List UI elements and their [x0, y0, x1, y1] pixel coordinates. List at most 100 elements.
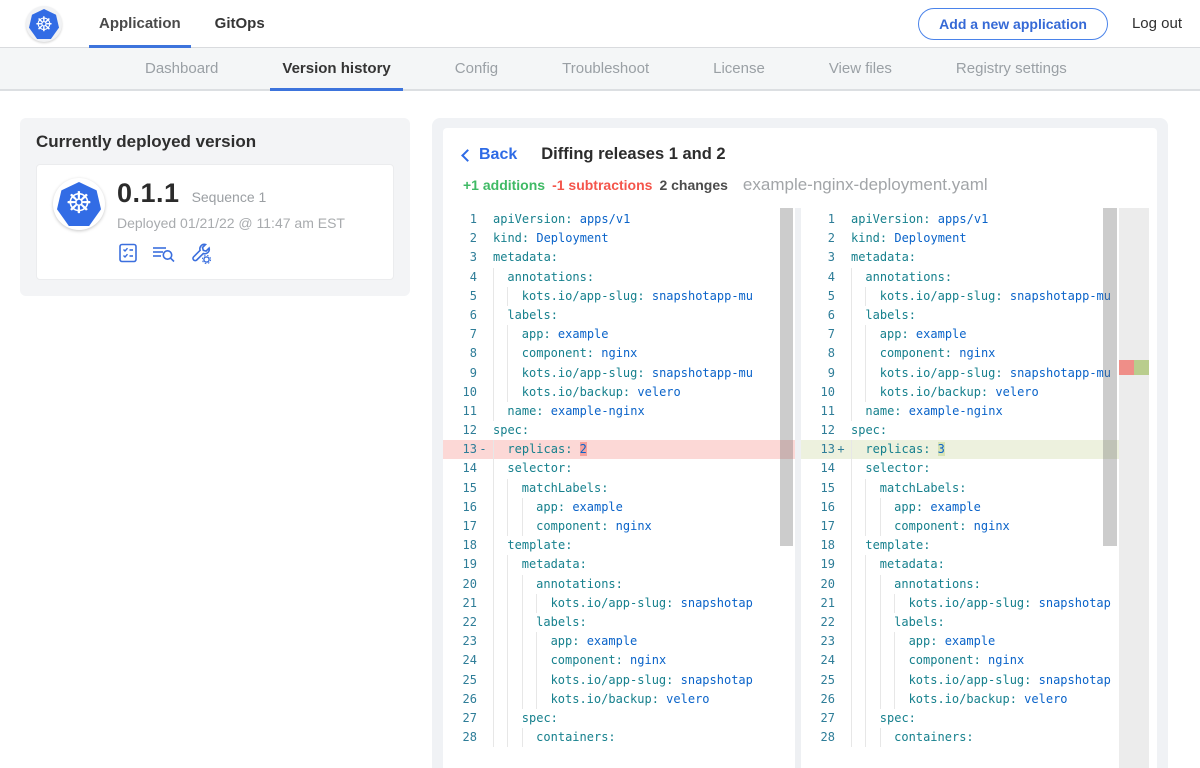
indent-guide [865, 690, 879, 709]
diff-sign [477, 229, 489, 248]
indent-guide [865, 287, 879, 306]
indent-guide [493, 306, 507, 325]
indent-guide [536, 594, 550, 613]
diff-line: 24component: nginx [443, 651, 795, 670]
line-number: 12 [801, 421, 835, 440]
line-number: 28 [801, 728, 835, 747]
diff-line: 5kots.io/app-slug: snapshotapp-mu [443, 287, 795, 306]
line-number: 6 [801, 306, 835, 325]
diff-line: 23app: example [801, 632, 1149, 651]
checklist-icon[interactable] [117, 242, 139, 264]
add-application-button[interactable]: Add a new application [918, 8, 1108, 40]
indent-guide [880, 594, 894, 613]
indent-guide [507, 575, 521, 594]
diff-sign [835, 287, 847, 306]
indent-guide [493, 575, 507, 594]
subnav-tab-registry-settings[interactable]: Registry settings [944, 48, 1079, 89]
diff-sign [835, 383, 847, 402]
subnav-tab-view-files[interactable]: View files [817, 48, 904, 89]
indent-guide [894, 671, 908, 690]
code-text: component: nginx [489, 344, 795, 363]
line-number: 23 [801, 632, 835, 651]
diff-line: 11name: example-nginx [801, 402, 1149, 421]
indent-guide [880, 728, 894, 747]
indent-guide [493, 459, 507, 478]
indent-guide [493, 651, 507, 670]
subnav-tab-dashboard[interactable]: Dashboard [133, 48, 230, 89]
additions-count: +1 additions [463, 177, 545, 193]
diff-sign [835, 651, 847, 670]
scrollbar-thumb[interactable] [780, 208, 793, 546]
deployed-card-title: Currently deployed version [36, 132, 394, 152]
indent-guide [522, 690, 536, 709]
line-number: 12 [443, 421, 477, 440]
code-text: annotations: [489, 575, 795, 594]
indent-guide [865, 517, 879, 536]
indent-guide [507, 383, 521, 402]
kubernetes-helm-icon: ☸ [29, 9, 59, 39]
code-text: annotations: [489, 268, 795, 287]
diff-filename: example-nginx-deployment.yaml [743, 175, 988, 195]
scrollbar-thumb[interactable] [1103, 208, 1117, 546]
line-number: 21 [801, 594, 835, 613]
version-number: 0.1.1 [117, 178, 180, 209]
code-text: containers: [489, 728, 795, 747]
diff-line: 7app: example [443, 325, 795, 344]
chevron-left-icon [461, 149, 474, 162]
line-number: 8 [443, 344, 477, 363]
diff-sign [477, 651, 489, 670]
line-number: 1 [801, 210, 835, 229]
back-link[interactable]: Back [463, 146, 517, 164]
diff-sign [477, 248, 489, 267]
code-text: replicas: 2 [489, 440, 795, 459]
indent-guide [851, 709, 865, 728]
diff-line: 3metadata: [801, 248, 1149, 267]
diff-line: 25kots.io/app-slug: snapshotap [801, 671, 1149, 690]
indent-guide [865, 613, 879, 632]
indent-guide [522, 651, 536, 670]
wrench-gear-icon[interactable] [189, 241, 213, 265]
code-text: metadata: [489, 555, 795, 574]
diff-sign [477, 555, 489, 574]
top-tab-gitops[interactable]: GitOps [213, 0, 267, 47]
line-number: 28 [443, 728, 477, 747]
subnav-tab-config[interactable]: Config [443, 48, 510, 89]
indent-guide [536, 671, 550, 690]
subnav-tab-version-history[interactable]: Version history [270, 48, 402, 89]
indent-guide [507, 344, 521, 363]
indent-guide [851, 325, 865, 344]
subnav-tab-troubleshoot[interactable]: Troubleshoot [550, 48, 661, 89]
indent-guide [536, 690, 550, 709]
line-number: 13 [801, 440, 835, 459]
indent-guide [507, 671, 521, 690]
line-number: 3 [443, 248, 477, 267]
indent-guide [493, 440, 507, 459]
code-text: kots.io/app-slug: snapshotap [489, 594, 795, 613]
diff-sign [477, 709, 489, 728]
diff-sign [835, 210, 847, 229]
diff-line: 23app: example [443, 632, 795, 651]
line-number: 19 [443, 555, 477, 574]
diff-sign [835, 690, 847, 709]
diff-line: 14selector: [801, 459, 1149, 478]
logout-button[interactable]: Log out [1132, 15, 1182, 32]
diff-overview-ruler[interactable] [1119, 208, 1149, 768]
top-tab-application[interactable]: Application [97, 0, 183, 47]
diff-line: 11name: example-nginx [443, 402, 795, 421]
code-text: component: nginx [847, 651, 1149, 670]
line-number: 2 [801, 229, 835, 248]
diff-pane-modified: 1apiVersion: apps/v12kind: Deployment3me… [801, 208, 1149, 768]
diff-sign [477, 325, 489, 344]
diff-line: 9kots.io/app-slug: snapshotapp-mu [443, 364, 795, 383]
subnav-tab-license[interactable]: License [701, 48, 777, 89]
diff-sign [477, 344, 489, 363]
indent-guide [865, 498, 879, 517]
changes-count: 2 changes [659, 177, 727, 193]
log-search-icon[interactable] [151, 242, 177, 264]
diff-sign: + [835, 440, 847, 459]
diff-line: 4annotations: [443, 268, 795, 287]
indent-guide [493, 690, 507, 709]
sequence-label: Sequence 1 [192, 189, 267, 205]
indent-guide [493, 383, 507, 402]
diff-line: 2kind: Deployment [801, 229, 1149, 248]
